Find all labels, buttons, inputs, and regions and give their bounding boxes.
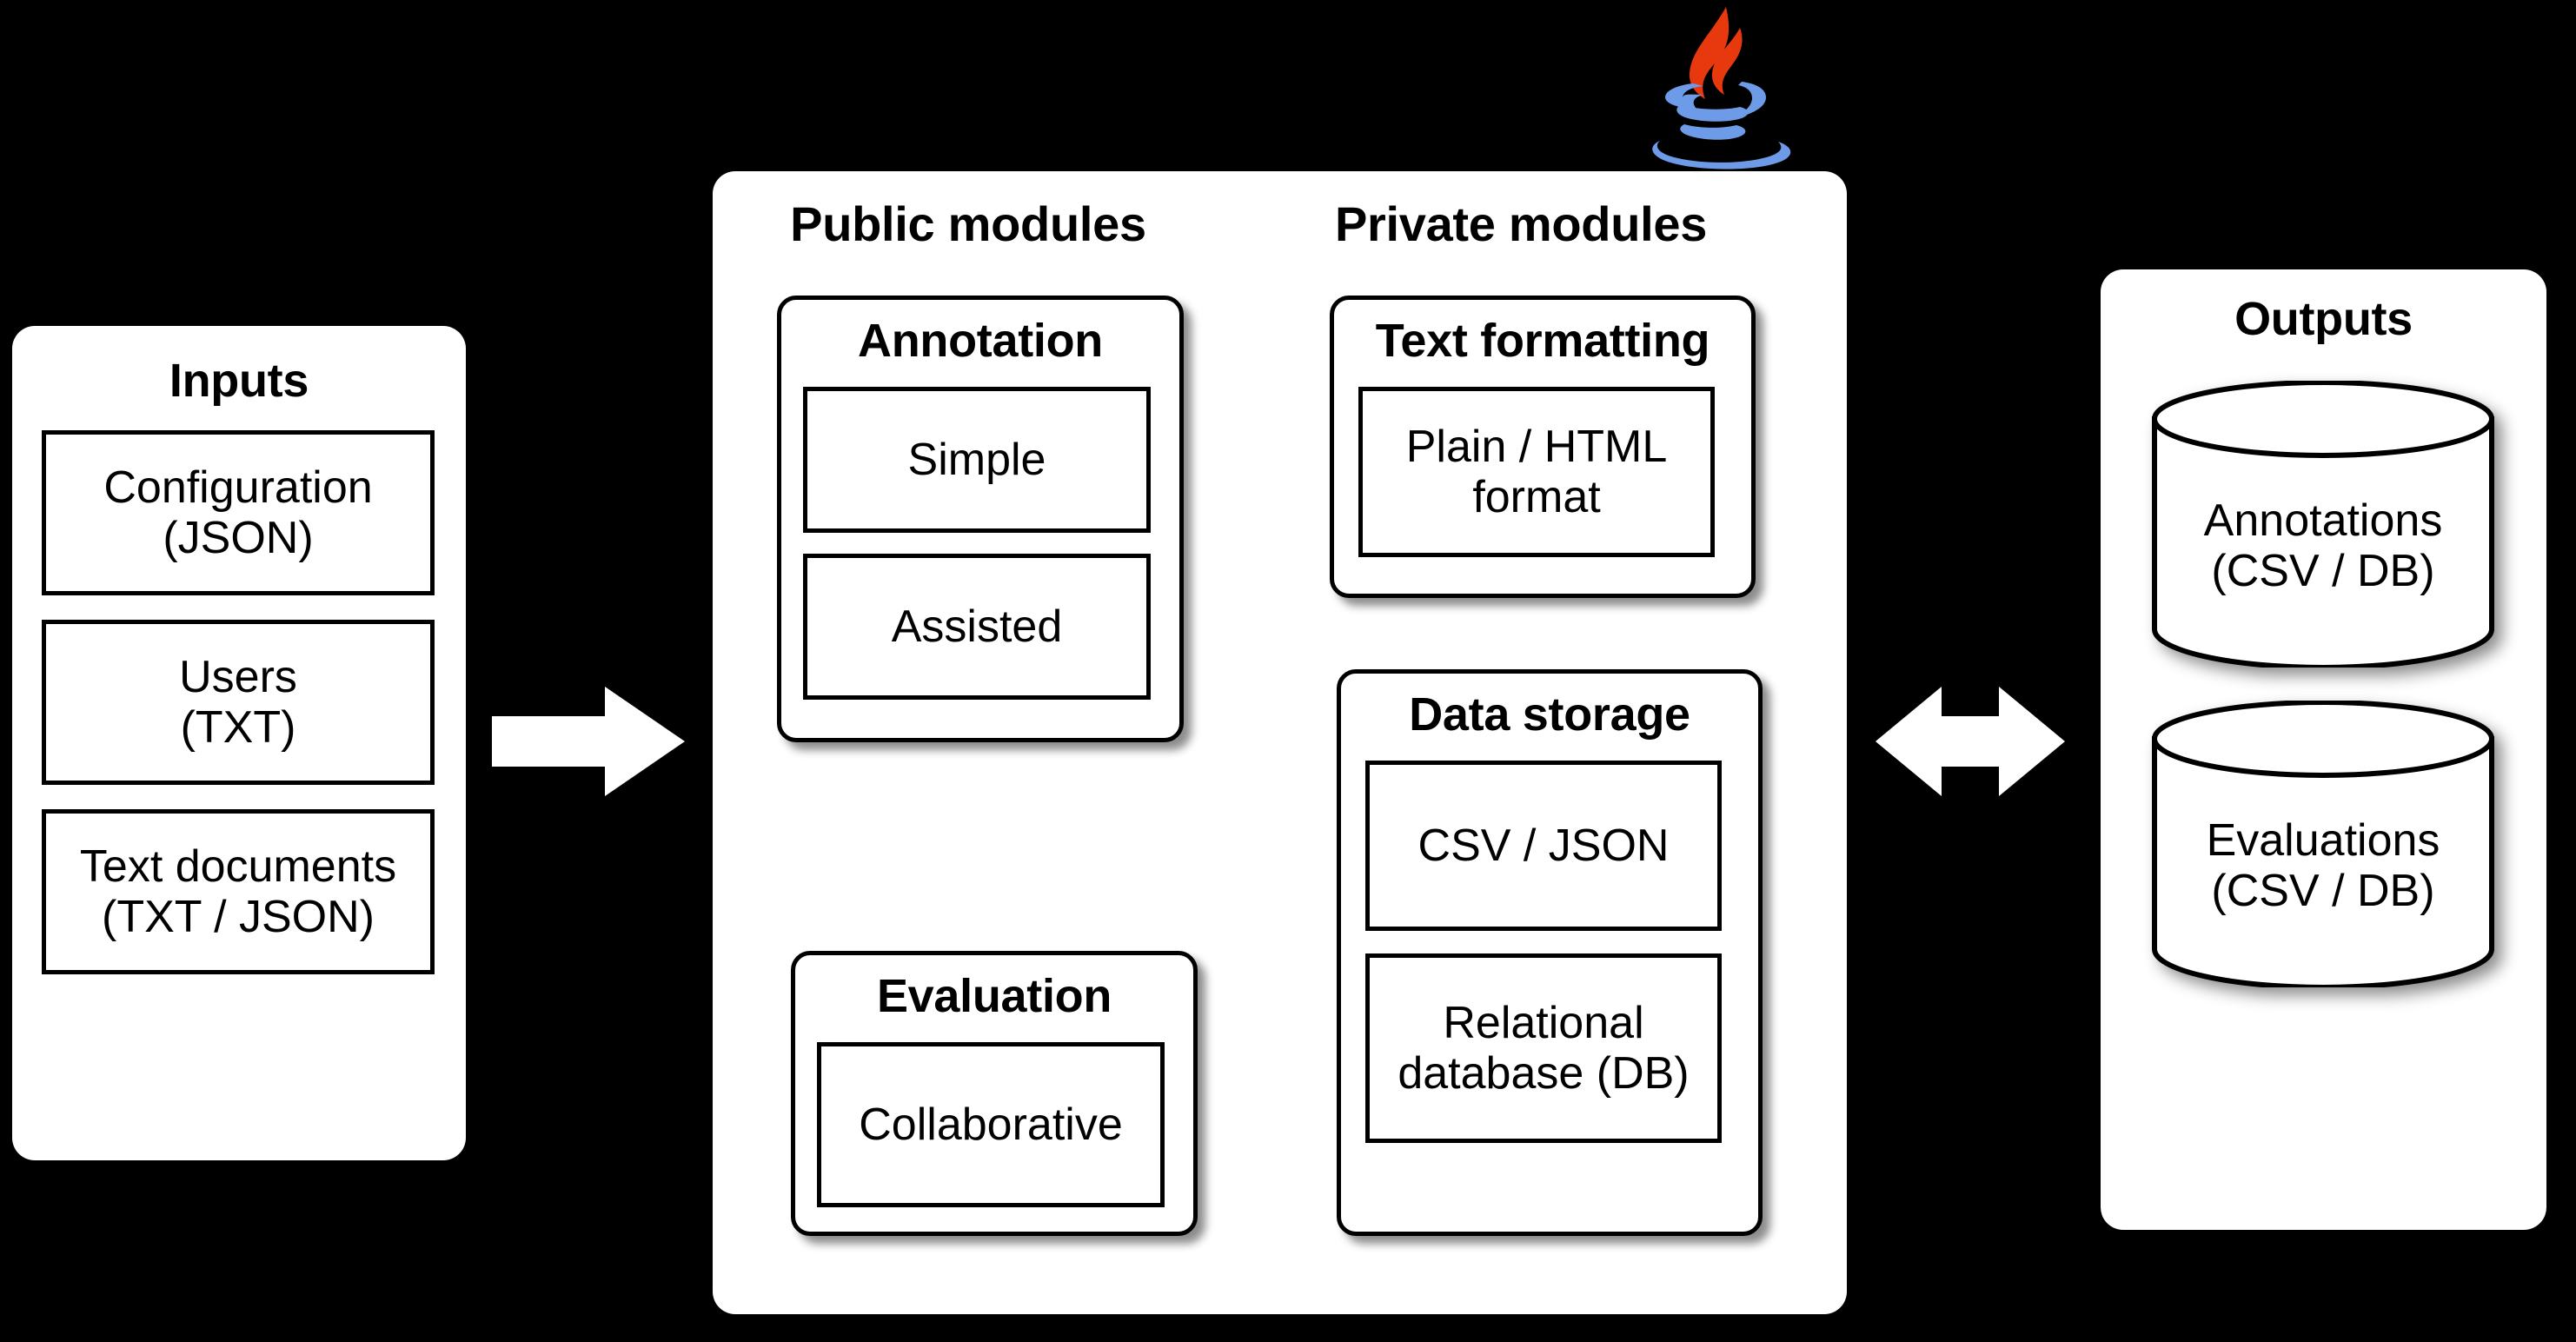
module-annotation-assisted-label: Assisted bbox=[891, 601, 1063, 652]
module-group-text-formatting: Text formatting Plain / HTML format bbox=[1330, 296, 1756, 598]
column-title-private-modules: Private modules bbox=[1334, 196, 1708, 251]
input-item-configuration-label: Configuration (JSON) bbox=[103, 462, 373, 563]
database-cylinder-icon bbox=[2152, 380, 2494, 670]
module-group-evaluation: Evaluation Collaborative bbox=[791, 951, 1198, 1236]
arrow-main-to-outputs bbox=[1876, 687, 2065, 796]
module-annotation-simple-label: Simple bbox=[907, 434, 1046, 485]
output-store-annotations[interactable]: Annotations (CSV / DB) bbox=[2149, 380, 2497, 670]
input-item-users[interactable]: Users (TXT) bbox=[42, 620, 435, 785]
module-group-evaluation-title: Evaluation bbox=[876, 970, 1112, 1022]
input-item-configuration[interactable]: Configuration (JSON) bbox=[42, 430, 435, 595]
module-group-data-storage: Data storage CSV / JSON Relational datab… bbox=[1337, 669, 1763, 1236]
inputs-panel: Inputs Configuration (JSON) Users (TXT) … bbox=[12, 326, 466, 1160]
architecture-diagram: Inputs Configuration (JSON) Users (TXT) … bbox=[0, 0, 2576, 1342]
output-store-evaluations[interactable]: Evaluations (CSV / DB) bbox=[2149, 700, 2497, 990]
module-data-storage-relational-db[interactable]: Relational database (DB) bbox=[1365, 953, 1722, 1143]
inputs-panel-title: Inputs bbox=[169, 355, 309, 407]
module-evaluation-collaborative-label: Collaborative bbox=[859, 1099, 1123, 1150]
java-logo-svg bbox=[1652, 7, 1791, 169]
module-data-storage-relational-db-label: Relational database (DB) bbox=[1398, 997, 1690, 1099]
input-item-text-documents-label: Text documents (TXT / JSON) bbox=[79, 840, 397, 942]
outputs-panel: Outputs Annotations (CSV / DB) Evaluatio… bbox=[2101, 269, 2546, 1230]
module-annotation-simple[interactable]: Simple bbox=[803, 387, 1151, 533]
module-data-storage-csv-json[interactable]: CSV / JSON bbox=[1365, 761, 1722, 931]
module-group-data-storage-title: Data storage bbox=[1409, 688, 1690, 741]
arrow-left-right-icon bbox=[1876, 687, 2065, 796]
module-group-text-formatting-title: Text formatting bbox=[1375, 315, 1710, 367]
module-text-formatting-plain-html-label: Plain / HTML format bbox=[1405, 421, 1668, 522]
module-annotation-assisted[interactable]: Assisted bbox=[803, 554, 1151, 700]
database-cylinder-icon bbox=[2152, 700, 2494, 990]
input-item-text-documents[interactable]: Text documents (TXT / JSON) bbox=[42, 809, 435, 974]
module-group-annotation-title: Annotation bbox=[858, 315, 1103, 367]
outputs-panel-title: Outputs bbox=[2234, 293, 2413, 345]
module-text-formatting-plain-html[interactable]: Plain / HTML format bbox=[1358, 387, 1715, 557]
arrow-right-icon bbox=[492, 687, 685, 796]
module-group-annotation: Annotation Simple Assisted bbox=[777, 296, 1184, 742]
module-data-storage-csv-json-label: CSV / JSON bbox=[1417, 820, 1670, 871]
main-modules-panel: Public modules Private modules Annotatio… bbox=[713, 171, 1847, 1314]
java-logo-icon bbox=[1643, 2, 1808, 176]
module-evaluation-collaborative[interactable]: Collaborative bbox=[817, 1042, 1165, 1207]
input-item-users-label: Users (TXT) bbox=[179, 651, 297, 753]
arrow-inputs-to-main bbox=[492, 687, 685, 796]
column-title-public-modules: Public modules bbox=[790, 196, 1146, 251]
